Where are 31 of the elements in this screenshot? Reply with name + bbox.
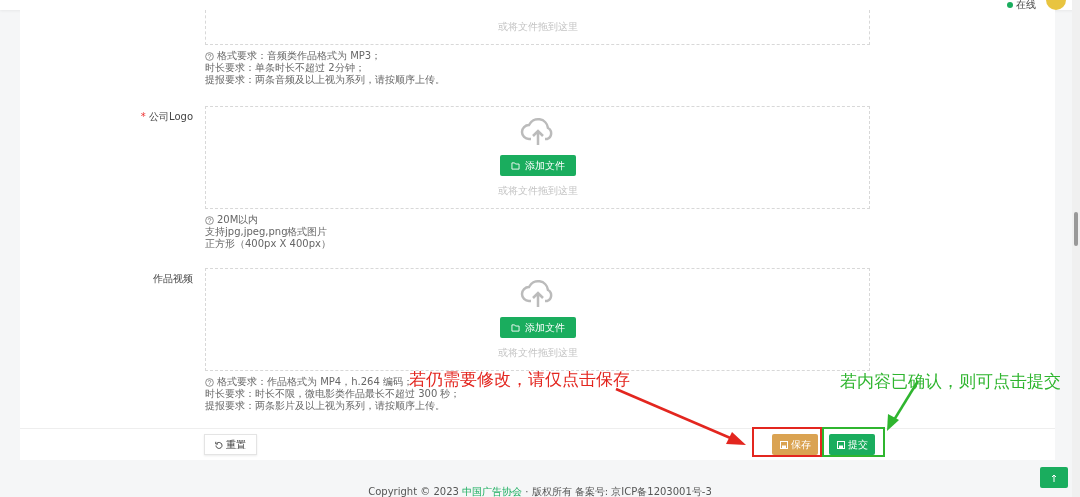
save-button[interactable]: 保存 (772, 434, 818, 455)
help-icon (205, 51, 214, 61)
hint-text: 时长要求：时长不限，微电影类作品最长不超过 300 秒； (205, 388, 461, 400)
up-arrow-icon (1051, 473, 1057, 482)
folder-icon (510, 161, 520, 170)
save-icon (836, 440, 845, 449)
reset-button[interactable]: 重置 (204, 434, 257, 455)
back-to-top-button[interactable] (1040, 467, 1068, 488)
scrollbar[interactable] (1072, 0, 1080, 497)
hint-text: 提报要求：两条音频及以上视为系列，请按顺序上传。 (205, 74, 445, 86)
association-link[interactable]: 中国广告协会 (462, 486, 523, 497)
hint-text: 支持jpg,jpeg,png格式图片 (205, 226, 328, 238)
field-label: 作品视频 (152, 272, 193, 286)
help-icon (205, 377, 214, 387)
reset-icon (215, 440, 223, 449)
add-file-button[interactable]: 添加文件 (499, 155, 576, 176)
help-icon (205, 215, 214, 225)
online-status: 在线 (1007, 0, 1036, 10)
field-label: * 公司Logo (139, 110, 193, 124)
hint-text: 提报要求：两条影片及以上视为系列，请按顺序上传。 (205, 400, 445, 412)
hint-text: 格式要求：音频类作品格式为 MP3； (217, 50, 382, 62)
submit-button[interactable]: 提交 (829, 434, 875, 455)
highlight-frame (752, 427, 822, 457)
hint-text: 正方形（400px X 400px） (205, 238, 331, 250)
save-icon (779, 440, 788, 449)
avatar[interactable] (1046, 0, 1066, 10)
highlight-frame (822, 427, 885, 457)
hint-text: 20M以内 (217, 214, 259, 226)
hint-text: 时长要求：单条时长不超过 2分钟； (205, 62, 365, 74)
add-file-button[interactable]: 添加文件 (499, 317, 576, 338)
folder-icon (510, 323, 520, 332)
